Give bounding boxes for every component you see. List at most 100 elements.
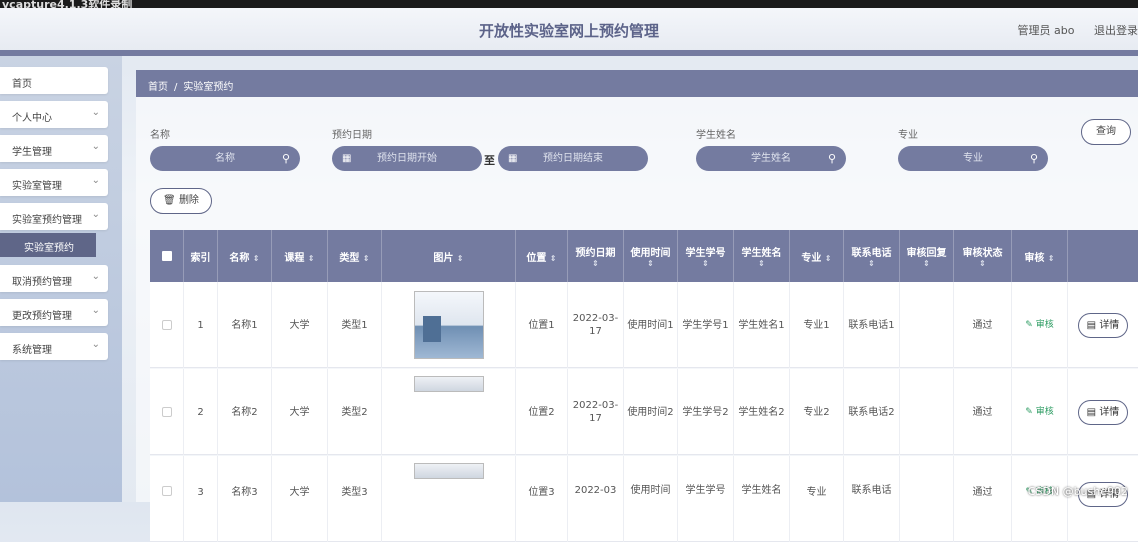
col-label: 位置 [526, 252, 547, 264]
audit-link[interactable]: ✎ 审核 [1025, 406, 1053, 419]
student-search-input[interactable]: 学生姓名 ⚲ [696, 146, 846, 171]
current-user: 管理员 abo [1017, 24, 1075, 37]
col-student-name[interactable]: 学生姓名 ⇕ [734, 230, 790, 282]
table-row: 2 名称2 大学 类型2 位置2 2022-03-17 使用时间2 学生学号2 … [150, 369, 1138, 455]
lab-photo[interactable] [413, 291, 484, 359]
sort-icon: ⇕ [824, 253, 832, 263]
cell-reply [900, 282, 954, 368]
chevron-down-icon: ⌄ [91, 141, 100, 152]
sidebar-item-labs[interactable]: 实验室管理 ⌄ [0, 169, 108, 196]
row-checkbox[interactable] [161, 486, 172, 496]
sidebar-item-profile[interactable]: 个人中心 ⌄ [0, 101, 108, 128]
sort-icon: ⇕ [702, 259, 709, 268]
cell-audit: ✎ 审核 [1012, 456, 1068, 542]
cell-status: 通过 [954, 369, 1012, 455]
name-filter-label: 名称 [150, 130, 170, 141]
col-student-no[interactable]: 学生学号 ⇕ [678, 230, 734, 282]
chevron-down-icon: ⌄ [91, 107, 100, 118]
sidebar-item-home[interactable]: 首页 [0, 67, 108, 94]
col-type[interactable]: 类型 ⇕ [328, 230, 382, 282]
cell-major: 专业1 [790, 282, 844, 368]
col-audit[interactable]: 审核 ⇕ [1012, 230, 1068, 282]
sidebar-item-change-booking[interactable]: 更改预约管理 ⌄ [0, 299, 108, 326]
row-checkbox[interactable] [161, 320, 172, 330]
col-use-time[interactable]: 使用时间 ⇕ [624, 230, 678, 282]
col-status[interactable]: 审核状态 ⇕ [954, 230, 1012, 282]
col-reply[interactable]: 审核回复 ⇕ [900, 230, 954, 282]
cell-location: 位置3 [516, 456, 568, 542]
lab-photo[interactable] [413, 463, 484, 479]
col-index[interactable]: 索引 [184, 230, 218, 282]
col-course[interactable]: 课程 ⇕ [272, 230, 328, 282]
col-name[interactable]: 名称 ⇕ [218, 230, 272, 282]
sort-icon: ⇕ [252, 253, 260, 263]
cell-use-time: 使用时间2 [624, 369, 678, 455]
sidebar-item-students[interactable]: 学生管理 ⌄ [0, 135, 108, 162]
cell-phone: 联系电话2 [844, 369, 900, 455]
delete-button[interactable]: 🗑 删除 [150, 188, 212, 214]
cell-index: 3 [184, 456, 218, 542]
breadcrumb-home[interactable]: 首页 [148, 82, 168, 93]
sort-icon: ⇕ [1047, 253, 1055, 263]
detail-button[interactable]: ▤ 详情 [1077, 312, 1129, 338]
cell-student-no: 学生学号1 [678, 282, 734, 368]
sidebar-subitem-lab-booking[interactable]: 实验室预约 [0, 233, 96, 257]
student-placeholder: 学生姓名 [751, 153, 791, 164]
trash-icon: 🗑 [163, 195, 176, 206]
col-major[interactable]: 专业 ⇕ [790, 230, 844, 282]
cell-type: 类型3 [328, 456, 382, 542]
cell-image [382, 456, 516, 542]
audit-label: 审核 [1035, 406, 1054, 417]
cell-image [382, 282, 516, 368]
search-icon: ⚲ [827, 152, 836, 165]
row-select-cell [150, 456, 184, 542]
col-phone[interactable]: 联系电话 ⇕ [844, 230, 900, 282]
search-button[interactable]: 查询 [1081, 119, 1131, 145]
name-search-input[interactable]: 名称 ⚲ [150, 146, 300, 171]
sidebar-item-system[interactable]: 系统管理 ⌄ [0, 333, 108, 360]
col-label: 类型 [339, 252, 360, 264]
detail-button[interactable]: ▤ 详情 [1077, 399, 1129, 425]
major-search-input[interactable]: 专业 ⚲ [898, 146, 1048, 171]
sidebar-item-label: 取消预约管理 [12, 277, 72, 288]
detail-label: 详情 [1099, 406, 1120, 418]
csdn-watermark: CSDN @bushe902 [1027, 485, 1128, 498]
sort-icon: ⇕ [362, 253, 370, 263]
cell-student-no: 学生学号 [678, 456, 734, 542]
cell-type: 类型1 [328, 282, 382, 368]
cell-student-name: 学生姓名1 [734, 282, 790, 368]
logout-link[interactable]: 退出登录 [1094, 24, 1138, 37]
date-filter-label: 预约日期 [332, 130, 372, 141]
sidebar-item-label: 学生管理 [12, 147, 52, 158]
sidebar-item-cancel-booking[interactable]: 取消预约管理 ⌄ [0, 265, 108, 292]
cell-major: 专业 [790, 456, 844, 542]
sort-icon: ⇕ [979, 259, 986, 268]
col-label: 学生学号 [685, 248, 726, 259]
select-all-checkbox[interactable] [161, 251, 172, 261]
sidebar-item-lab-booking[interactable]: 实验室预约管理 ⌄ [0, 203, 108, 230]
delete-button-label: 删除 [178, 195, 199, 206]
col-location[interactable]: 位置 ⇕ [516, 230, 568, 282]
col-image[interactable]: 图片 ⇕ [382, 230, 516, 282]
col-date[interactable]: 预约日期 ⇕ [568, 230, 624, 282]
audit-link[interactable]: ✎ 审核 [1025, 319, 1053, 332]
cell-index: 1 [184, 282, 218, 368]
lab-photo[interactable] [413, 376, 484, 392]
table-row: 3 名称3 大学 类型3 位置3 2022-03 使用时间 学生学号 学生姓名 … [150, 456, 1138, 542]
sort-icon: ⇕ [868, 259, 875, 268]
document-icon: ▤ [1086, 319, 1097, 331]
sort-icon: ⇕ [592, 259, 599, 268]
cell-actions: ▤ 详情 [1068, 456, 1138, 542]
date-start-input[interactable]: ▦ 预约日期开始 [332, 146, 482, 171]
sort-icon: ⇕ [307, 253, 315, 263]
student-filter-label: 学生姓名 [696, 130, 736, 141]
col-label: 学生姓名 [741, 248, 782, 259]
cell-date: 2022-03 [568, 456, 624, 542]
date-start-placeholder: 预约日期开始 [377, 153, 437, 164]
breadcrumb-current: 实验室预约 [183, 82, 234, 93]
row-select-cell [150, 369, 184, 455]
date-end-input[interactable]: ▦ 预约日期结束 [498, 146, 648, 171]
sort-icon: ⇕ [549, 253, 557, 263]
cell-phone: 联系电话1 [844, 282, 900, 368]
row-checkbox[interactable] [161, 407, 172, 417]
